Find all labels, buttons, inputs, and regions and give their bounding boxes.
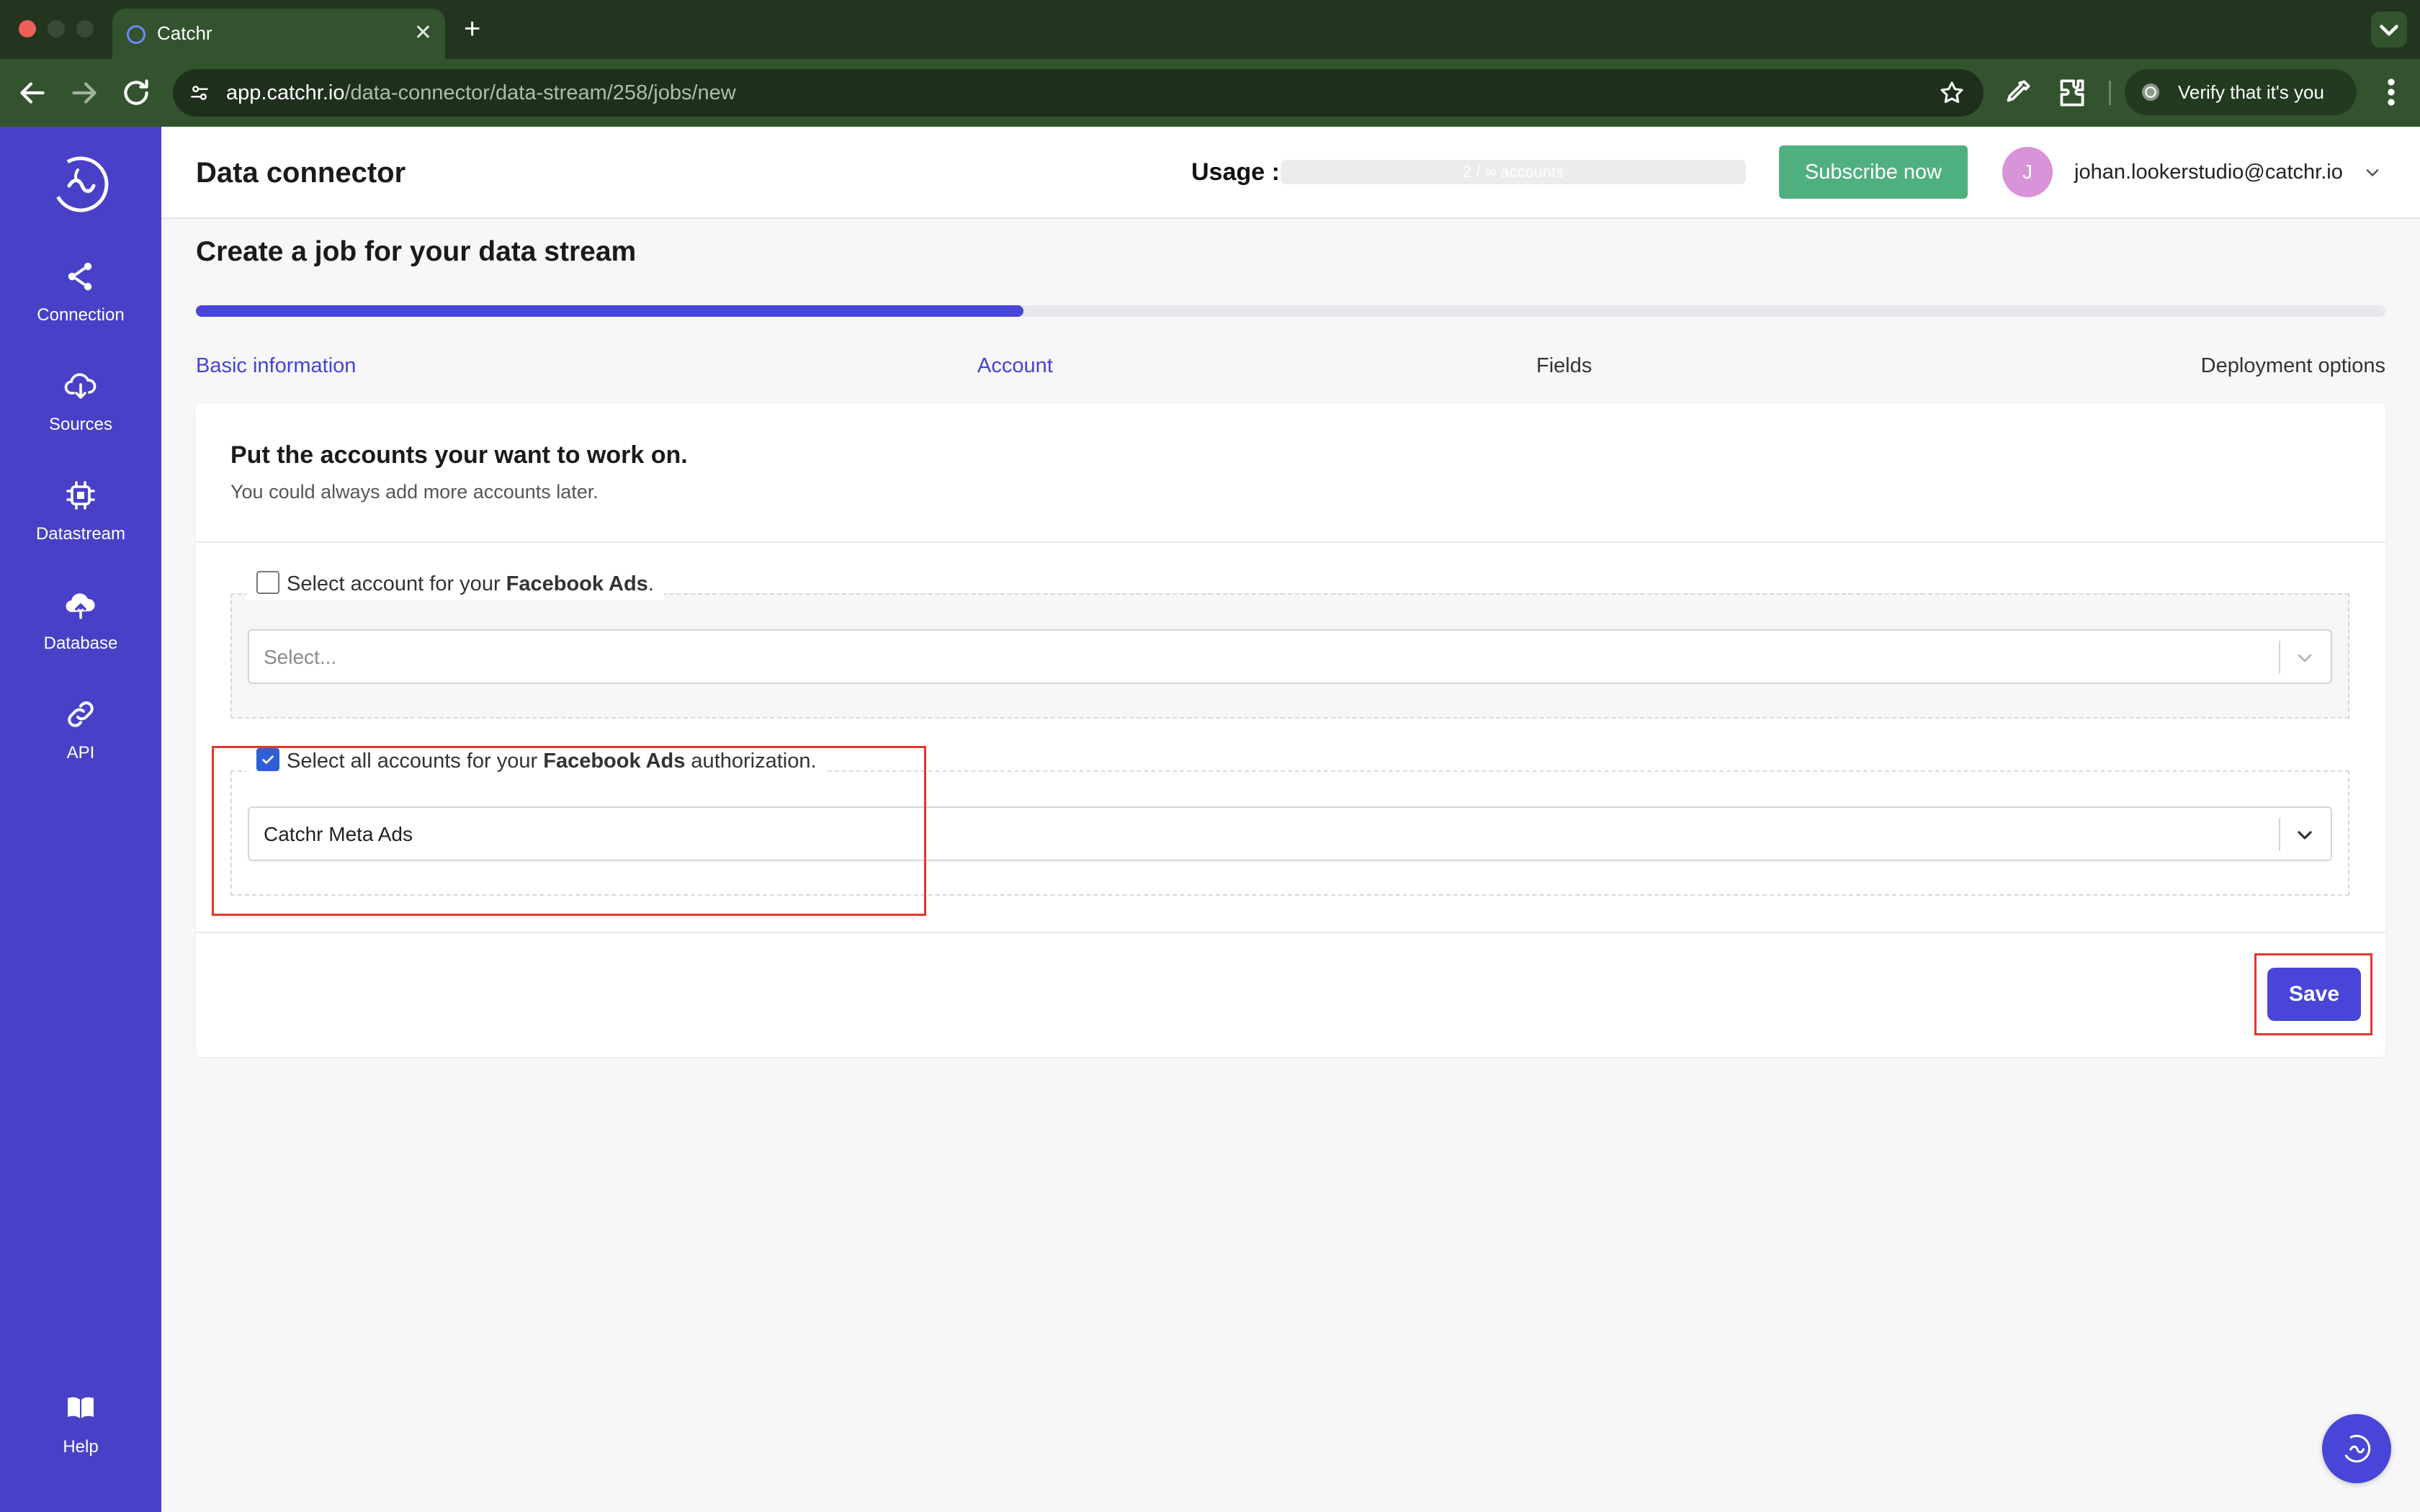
usage-label: Usage : [1191, 158, 1280, 186]
card-divider [196, 932, 2385, 933]
catchr-logo-icon[interactable] [45, 148, 117, 220]
verify-text: Verify that it's you [2178, 81, 2324, 103]
account-select-dropdown[interactable]: Select... [248, 629, 2332, 684]
new-tab-button[interactable]: + [464, 12, 480, 46]
sidebar-item-label: API [66, 743, 95, 762]
browser-tab-bar: Catchr ✕ + [0, 0, 2420, 59]
eyedropper-extension-icon[interactable] [1999, 75, 2035, 111]
card-divider [196, 541, 2385, 543]
usage-bar: 2 / ∞ accounts [1281, 160, 1746, 184]
sidebar-item-label: Connection [37, 305, 125, 325]
profile-globe-icon [2142, 84, 2159, 101]
reload-icon[interactable] [118, 75, 154, 111]
step-fields: Fields [1536, 354, 1592, 377]
legend-text-prefix: Select account for your [287, 572, 506, 595]
sidebar: Connection Sources Datastream Database A… [0, 127, 161, 1512]
select-separator [2279, 641, 2280, 674]
step-deployment-options: Deployment options [2200, 354, 2385, 377]
tab-search-button[interactable] [2371, 12, 2407, 48]
window-minimize-dot[interactable] [48, 20, 65, 37]
subscribe-now-button[interactable]: Subscribe now [1779, 145, 1968, 199]
app-header: Data connector Usage : 2 / ∞ accounts Su… [161, 127, 2420, 219]
sidebar-item-sources[interactable]: Sources [0, 369, 161, 455]
sidebar-item-label: Database [43, 634, 118, 653]
sidebar-item-database[interactable]: Database [0, 588, 161, 674]
forward-arrow-icon[interactable] [66, 75, 102, 111]
toolbar-divider [2109, 81, 2111, 105]
stepper-progress-bar [196, 305, 2385, 317]
sidebar-item-label: Datastream [35, 524, 126, 544]
url-host: app.catchr.io [226, 81, 345, 104]
step-account[interactable]: Account [977, 351, 1053, 380]
catchr-chat-icon [2342, 1434, 2371, 1463]
tab-title: Catchr [157, 22, 212, 44]
url-text: app.catchr.io/data-connector/data-stream… [226, 79, 736, 107]
book-open-icon [68, 1397, 94, 1418]
cloud-upload-icon [66, 593, 95, 619]
address-bar[interactable]: app.catchr.io/data-connector/data-stream… [173, 69, 1984, 117]
user-email[interactable]: johan.lookerstudio@catchr.io [2074, 157, 2343, 187]
usage-text: 2 / ∞ accounts [1462, 163, 1564, 181]
step-basic-information[interactable]: Basic information [196, 351, 356, 380]
select-placeholder: Select... [264, 646, 337, 668]
select-account-fieldset: Select account for your Facebook Ads. Se… [230, 567, 2349, 719]
chat-widget-button[interactable] [2322, 1414, 2391, 1483]
tab-close-icon[interactable]: ✕ [414, 19, 432, 48]
chevron-down-icon [2380, 24, 2398, 36]
window-close-dot[interactable] [19, 20, 36, 37]
sidebar-item-datastream[interactable]: Datastream [0, 478, 161, 564]
sidebar-item-api[interactable]: API [0, 697, 161, 783]
legend-text-bold: Facebook Ads [506, 572, 648, 595]
sidebar-item-connection[interactable]: Connection [0, 259, 161, 346]
card-subheading: You could always add more accounts later… [230, 481, 599, 503]
sidebar-item-help[interactable]: Help [0, 1391, 161, 1477]
extensions-puzzle-icon[interactable] [2054, 75, 2090, 111]
legend-text-suffix: . [647, 572, 654, 595]
account-selection-card: Put the accounts your want to work on. Y… [196, 403, 2385, 1057]
avatar[interactable]: J [2002, 147, 2053, 197]
select-account-checkbox[interactable] [256, 571, 279, 595]
link-icon [68, 701, 94, 727]
cloud-download-icon [64, 373, 97, 399]
sidebar-item-label: Help [63, 1437, 99, 1457]
verify-identity-button[interactable]: Verify that it's you [2125, 69, 2357, 115]
highlight-box-save [2254, 953, 2372, 1035]
browser-menu-icon[interactable] [2377, 72, 2406, 112]
catchr-favicon-icon [127, 25, 145, 44]
url-path: /data-connector/data-stream/258/jobs/new [344, 81, 736, 104]
chevron-down-icon[interactable] [2293, 824, 2316, 847]
bookmark-star-icon[interactable] [1937, 78, 1966, 107]
share-icon [68, 262, 92, 291]
back-arrow-icon[interactable] [14, 75, 50, 111]
window-zoom-dot[interactable] [76, 20, 94, 37]
page-title: Create a job for your data stream [196, 236, 637, 267]
site-settings-icon[interactable] [187, 81, 212, 104]
app-title: Data connector [196, 157, 406, 189]
stepper-progress-fill [196, 305, 1024, 317]
card-heading: Put the accounts your want to work on. [230, 441, 688, 469]
cpu-chip-icon [66, 481, 95, 510]
sidebar-item-label: Sources [48, 415, 113, 434]
highlight-box-select-all [212, 746, 926, 916]
chevron-down-icon[interactable] [2362, 163, 2383, 183]
browser-tab[interactable]: Catchr ✕ [112, 9, 445, 59]
select-separator [2279, 818, 2280, 851]
chevron-down-icon[interactable] [2293, 647, 2316, 670]
select-account-legend: Select account for your Facebook Ads. [246, 567, 664, 600]
